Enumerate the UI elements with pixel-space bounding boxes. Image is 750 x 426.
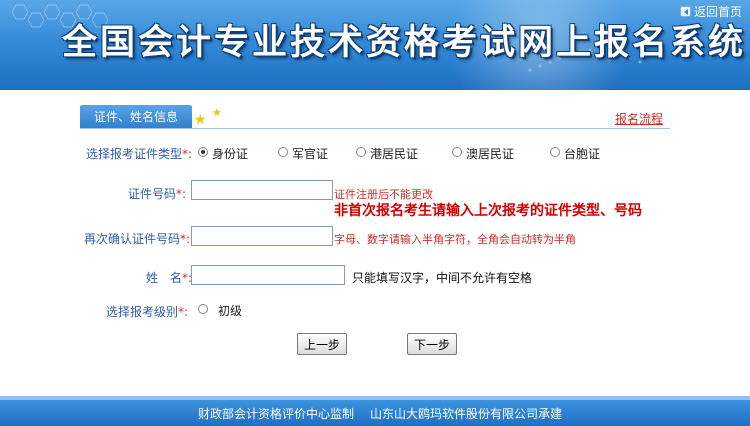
radio-level-junior[interactable] <box>198 304 208 314</box>
radio-label-hk-resident-card: 港居民证 <box>370 147 419 161</box>
id-type-label-text: 选择报考证件类型 <box>86 147 183 161</box>
radio-id-card[interactable] <box>198 147 208 157</box>
required-mark: *: <box>182 147 193 161</box>
radio-taiwan-compatriot-card[interactable] <box>550 147 560 157</box>
halfwidth-notice: 字母、数字请输入半角字符，全角会自动转为半角 <box>334 233 576 246</box>
star-icon: ★ <box>194 112 207 128</box>
name-label-text: 姓 名 <box>146 271 183 285</box>
name-format-hint: 只能填写汉字，中间不允许有空格 <box>352 271 533 285</box>
id-confirm-label-text: 再次确认证件号码 <box>84 232 181 246</box>
id-type-label: 选择报考证件类型*: <box>86 145 192 162</box>
header-banner: 全国会计专业技术资格考试网上报名系统 返回首页 <box>0 0 750 90</box>
id-number-input[interactable] <box>191 180 333 200</box>
footer-supervisor: 财政部会计资格评价中心监制 <box>198 407 355 421</box>
footer-developer: 山东山大鸥玛软件股份有限公司承建 <box>370 407 563 421</box>
registration-flow-link[interactable]: 报名流程 <box>615 110 663 127</box>
id-number-label: 证件号码*: <box>128 185 186 202</box>
radio-label-taiwan-compatriot-card: 台胞证 <box>564 147 601 161</box>
page: 全国会计专业技术资格考试网上报名系统 返回首页 证件、姓名信息 ★ ★ 报名流程… <box>0 0 750 426</box>
id-number-label-text: 证件号码 <box>128 187 177 201</box>
radio-label-officer-card: 军官证 <box>292 147 329 161</box>
required-mark: *: <box>180 232 191 246</box>
system-title: 全国会计专业技术资格考试网上报名系统 <box>62 22 747 63</box>
return-home-label: 返回首页 <box>693 5 742 19</box>
return-home-link[interactable]: 返回首页 <box>679 3 742 20</box>
radio-macao-resident-card[interactable] <box>452 147 462 157</box>
level-label-text: 选择报考级别 <box>106 305 179 319</box>
name-input[interactable] <box>191 265 345 285</box>
id-confirm-input[interactable] <box>191 226 333 246</box>
required-mark: *: <box>176 187 187 201</box>
radio-label-id-card: 身份证 <box>212 147 249 161</box>
footer-bar: 财政部会计资格评价中心监制 山东山大鸥玛软件股份有限公司承建 <box>0 396 750 426</box>
tab-id-name-info[interactable]: 证件、姓名信息 <box>80 105 192 129</box>
radio-label-macao-resident-card: 澳居民证 <box>466 147 515 161</box>
back-icon <box>679 6 691 17</box>
star-icon: ★ <box>212 106 222 119</box>
returning-candidate-notice: 非首次报名考生请输入上次报考的证件类型、号码 <box>334 203 642 219</box>
id-confirm-label: 再次确认证件号码*: <box>84 230 190 247</box>
radio-hk-resident-card[interactable] <box>356 147 366 157</box>
next-step-button[interactable]: 下一步 <box>407 333 457 355</box>
level-label: 选择报考级别*: <box>106 303 188 320</box>
radio-label-level-junior: 初级 <box>218 304 243 318</box>
tab-divider <box>80 128 670 129</box>
required-mark: *: <box>178 305 189 319</box>
radio-officer-card[interactable] <box>278 147 288 157</box>
name-label: 姓 名*: <box>146 269 192 286</box>
previous-step-button[interactable]: 上一步 <box>297 333 347 355</box>
